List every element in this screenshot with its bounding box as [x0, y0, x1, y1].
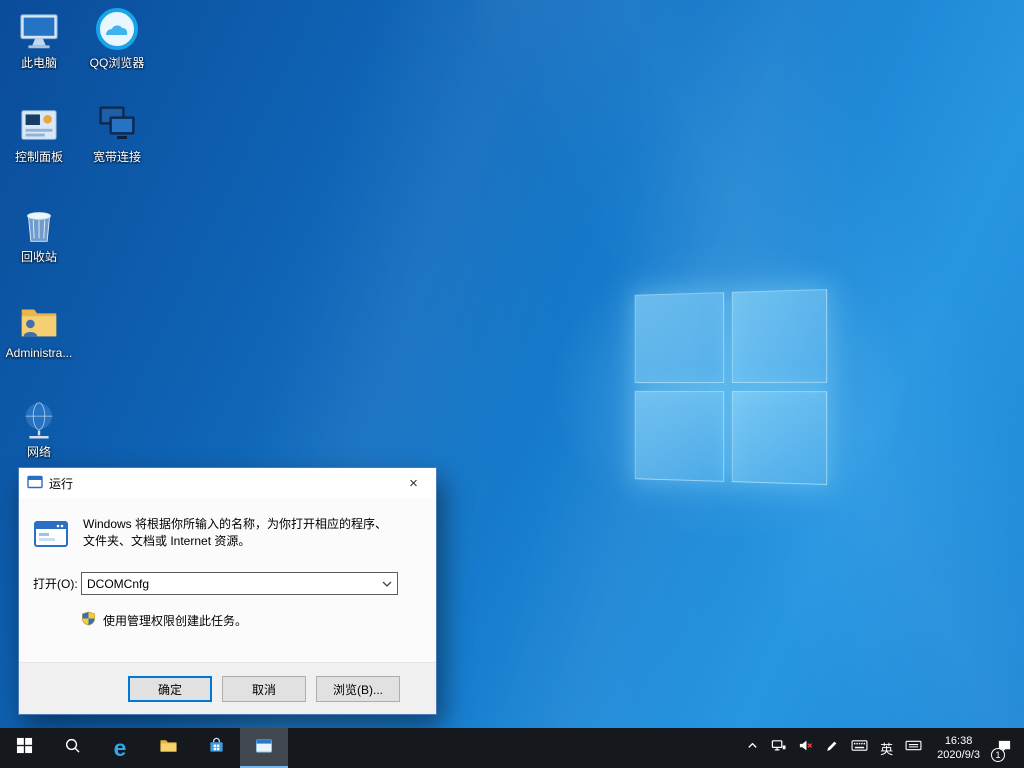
- desktop-icon-label: Administra...: [0, 346, 78, 360]
- uac-shield-icon: [81, 611, 96, 629]
- tray-volume-button[interactable]: [792, 728, 819, 768]
- run-dialog: 运行 × Windows 将根据你所输入的名称，为你打开相应的程序、文件夹、文档…: [18, 467, 437, 715]
- clock-date: 2020/9/3: [937, 748, 980, 762]
- desktop-icon-control-panel[interactable]: 控制面板: [0, 102, 78, 164]
- administrator-folder-icon: [0, 298, 78, 344]
- desktop-icon-qq-browser[interactable]: QQ浏览器: [78, 6, 156, 70]
- taskbar-run-app-button[interactable]: [240, 728, 288, 768]
- taskbar-file-explorer-button[interactable]: [144, 728, 192, 768]
- run-dialog-title: 运行: [49, 475, 73, 492]
- tray-ime-button[interactable]: 英: [874, 728, 899, 768]
- edge-icon: e: [114, 728, 127, 768]
- tray-pen-button[interactable]: [819, 728, 845, 768]
- tray-keyboard-button[interactable]: [845, 728, 874, 768]
- clock-time: 16:38: [945, 734, 973, 748]
- tray-network-button[interactable]: [765, 728, 792, 768]
- tray-clock[interactable]: 16:38 2020/9/3: [928, 728, 989, 768]
- search-icon: [64, 737, 81, 759]
- volume-muted-icon: [798, 738, 813, 758]
- browse-button[interactable]: 浏览(B)...: [316, 676, 400, 702]
- desktop-icon-label: QQ浏览器: [78, 56, 156, 70]
- windows-logo-pane: [635, 391, 724, 482]
- desktop-icon-label: 控制面板: [0, 150, 78, 164]
- windows-start-icon: [16, 737, 33, 759]
- desktop-icon-this-pc[interactable]: 此电脑: [0, 8, 78, 70]
- desktop-icon-label: 宽带连接: [78, 150, 156, 164]
- desktop-icon-recycle-bin[interactable]: 回收站: [0, 202, 78, 264]
- cancel-button[interactable]: 取消: [222, 676, 306, 702]
- run-app-icon: [255, 737, 273, 760]
- desktop-icon-broadband[interactable]: 宽带连接: [78, 100, 156, 164]
- chevron-up-icon: [746, 739, 759, 757]
- recycle-bin-icon: [0, 202, 78, 248]
- ok-button[interactable]: 确定: [128, 676, 212, 702]
- run-combobox[interactable]: [81, 572, 398, 595]
- desktop-icon-label: 回收站: [0, 250, 78, 264]
- notification-badge: 1: [991, 748, 1005, 762]
- broadband-icon: [78, 100, 156, 148]
- run-command-input[interactable]: [82, 577, 377, 591]
- run-dialog-title-icon: [27, 474, 43, 493]
- file-explorer-icon: [159, 737, 178, 759]
- control-panel-icon: [0, 102, 78, 148]
- ethernet-network-icon: [771, 738, 786, 758]
- this-pc-icon: [0, 8, 78, 54]
- taskbar-search-button[interactable]: [48, 728, 96, 768]
- taskbar-store-button[interactable]: [192, 728, 240, 768]
- network-icon: [0, 397, 78, 443]
- windows-logo-pane: [635, 292, 724, 383]
- open-label: 打开(O):: [33, 575, 81, 592]
- close-icon[interactable]: ×: [391, 468, 436, 498]
- action-center-button[interactable]: 1: [989, 728, 1024, 768]
- touch-keyboard-icon: [905, 739, 922, 757]
- run-dialog-description: Windows 将根据你所输入的名称，为你打开相应的程序、文件夹、文档或 Int…: [83, 516, 398, 556]
- run-dialog-footer: 确定 取消 浏览(B)...: [19, 662, 436, 714]
- microsoft-store-icon: [208, 737, 225, 759]
- tray-touch-keyboard-button[interactable]: [899, 728, 928, 768]
- taskbar-edge-button[interactable]: e: [96, 728, 144, 768]
- desktop-icon-label: 网络: [0, 445, 78, 459]
- taskbar: e 英 16:38 2020/9/3 1: [0, 728, 1024, 768]
- ime-language-label: 英: [880, 739, 893, 758]
- desktop-icon-network[interactable]: 网络: [0, 397, 78, 459]
- desktop-icon-label: 此电脑: [0, 56, 78, 70]
- start-button[interactable]: [0, 728, 48, 768]
- keyboard-icon: [851, 739, 868, 757]
- tray-show-hidden-icons-button[interactable]: [740, 728, 765, 768]
- chevron-down-icon[interactable]: [377, 573, 397, 594]
- windows-logo-pane: [732, 289, 827, 383]
- admin-note: 使用管理权限创建此任务。: [103, 612, 247, 629]
- desktop-icon-administrator[interactable]: Administra...: [0, 298, 78, 360]
- windows-logo-pane: [732, 391, 827, 485]
- run-dialog-titlebar[interactable]: 运行 ×: [19, 468, 436, 498]
- pen-icon: [825, 739, 839, 758]
- windows-logo: [635, 289, 827, 485]
- run-window-icon: [33, 516, 83, 556]
- qq-browser-icon: [78, 6, 156, 54]
